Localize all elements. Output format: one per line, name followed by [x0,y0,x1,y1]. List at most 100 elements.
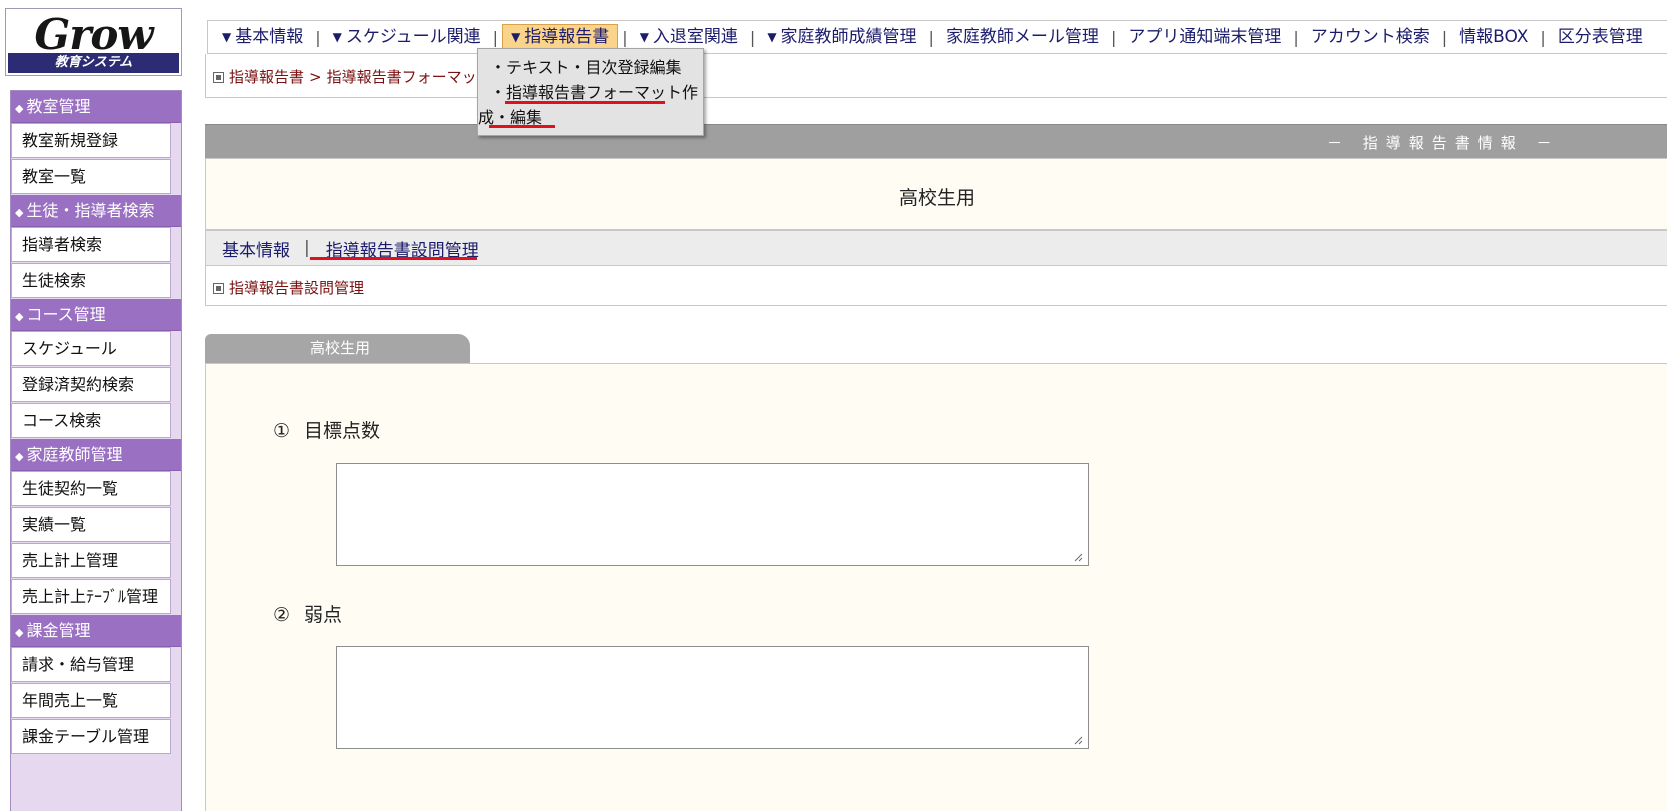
question-text-1: 目標点数 [304,420,381,442]
nav-item-label: 入退室関連 [652,27,738,47]
tab-basic-info[interactable]: 基本情報 [218,236,294,261]
resize-grip-icon[interactable] [1073,552,1083,562]
sidebar-item[interactable]: 実績一覧 [11,507,171,542]
logo-wordmark: Grow [34,10,153,59]
dropdown-item-text-toc-edit[interactable]: ・テキスト・目次登録編集 [490,55,703,80]
content-tab-high-school[interactable]: 高校生用 [205,334,470,363]
nav-separator: | [928,27,934,47]
double-chevron-down-icon: ▼ [511,30,521,44]
sidebar-item[interactable]: 請求・給与管理 [11,647,171,682]
question-form: ① 目標点数 ② 弱点 [205,363,1667,811]
sidebar-section-title: 生徒・指導者検索 [26,201,155,220]
highlight-underline-1 [505,101,665,104]
sidebar-section-header[interactable]: ◆ 教室管理 [11,91,181,123]
subtab-breadcrumb-current: 指導報告書設問管理 [229,279,365,297]
info-title-box: 高校生用 [205,158,1667,230]
nav-separator: | [1540,27,1546,47]
question-answer-field-2[interactable] [336,646,1089,749]
nav-separator: | [1293,27,1299,47]
breadcrumb-current: 指導報告書フォーマット [326,68,492,86]
sidebar-section-title: コース管理 [26,305,106,324]
sidebar-item[interactable]: 売上計上ﾃｰﾌﾞﾙ管理 [11,579,171,614]
page-title: 高校生用 [898,187,975,209]
breadcrumb-separator: > [309,68,322,86]
top-navigation: ▼ 基本情報 | ▼ スケジュール関連 | ▼ 指導報告書 | ▼ 入退室関連 | ▼ 家庭教師成績管理 |… [207,20,1667,54]
nav-item-label: 情報BOX [1459,27,1529,47]
diamond-bullet-icon: ◆ [15,206,24,219]
diamond-bullet-icon: ◆ [15,450,24,463]
sidebar-item[interactable]: 売上計上管理 [11,543,171,578]
breadcrumb: 指導報告書 > 指導報告書フォーマット [213,66,492,87]
nav-separator: | [1110,27,1117,47]
sidebar-section-header[interactable]: ◆ コース管理 [11,299,181,331]
sidebar-section-title: 課金管理 [26,621,91,640]
nav-item-label: アカウント検索 [1310,27,1430,47]
double-chevron-down-icon: ▼ [767,30,777,44]
highlight-underline-2 [489,125,555,128]
nav-item[interactable]: ▼ 入退室関連 [632,24,746,50]
nav-item[interactable]: 家庭教師メール管理 [938,24,1107,50]
sidebar-section-header[interactable]: ◆ 生徒・指導者検索 [11,195,181,227]
nav-item[interactable]: アカウント検索 [1303,24,1438,50]
tab-separator: | [304,238,310,258]
sidebar-item[interactable]: 課金テーブル管理 [11,719,171,754]
nav-item-label: 家庭教師成績管理 [780,27,917,47]
question-label-2: ② 弱点 [273,600,342,627]
nav-item[interactable]: 情報BOX [1451,24,1536,50]
sidebar-item[interactable]: 教室一覧 [11,159,171,194]
nav-separator: | [315,27,321,47]
nav-item[interactable]: ▼ 基本情報 [214,24,311,50]
sidebar-item[interactable]: 生徒検索 [11,263,171,298]
sidebar-item[interactable]: 生徒契約一覧 [11,471,171,506]
nav-item-label: 家庭教師メール管理 [945,27,1099,47]
question-text-2: 弱点 [304,604,343,626]
question-number-1: ① [273,420,291,442]
breadcrumb-bullet-icon [213,72,224,83]
sidebar-item[interactable]: 登録済契約検索 [11,367,171,402]
double-chevron-down-icon: ▼ [222,30,232,44]
app-root: Grow 教育システム ◆ 教室管理 教室新規登録 教室一覧 ◆ 生徒・指導者検索 指導者検… [0,0,1667,811]
nav-item-label: 指導報告書 [524,27,610,47]
breadcrumb-bullet-icon [213,283,224,294]
nav-separator: | [1441,27,1448,47]
nav-item-label: スケジュール関連 [345,27,481,47]
subtab-breadcrumb: 指導報告書設問管理 [213,277,364,298]
dropdown-item-format-create-edit[interactable]: ・指導報告書フォーマット作 成・編集 [478,80,703,130]
highlight-underline-3 [310,257,477,260]
sidebar-section-header[interactable]: ◆ 課金管理 [11,615,181,647]
diamond-bullet-icon: ◆ [15,310,24,323]
sidebar-item[interactable]: コース検索 [11,403,171,438]
report-dropdown-menu: ・テキスト・目次登録編集 ・指導報告書フォーマット作 成・編集 [477,48,704,136]
nav-item-label: 区分表管理 [1557,27,1643,47]
breadcrumb-area: 指導報告書 > 指導報告書フォーマット [205,54,1667,98]
nav-separator: | [749,27,756,47]
dropdown-item-format-line1: ・指導報告書フォーマット作 [490,83,699,102]
diamond-bullet-icon: ◆ [15,102,24,115]
double-chevron-down-icon: ▼ [332,30,342,44]
sidebar: Grow 教育システム ◆ 教室管理 教室新規登録 教室一覧 ◆ 生徒・指導者検索 指導者検… [0,0,183,811]
sidebar-item[interactable]: スケジュール [11,331,171,366]
logo[interactable]: Grow 教育システム [5,8,182,76]
diamond-bullet-icon: ◆ [15,626,24,639]
sidebar-section-header[interactable]: ◆ 家庭教師管理 [11,439,181,471]
sidebar-item[interactable]: 教室新規登録 [11,123,171,158]
question-label-1: ① 目標点数 [273,416,380,443]
nav-separator: | [492,27,499,47]
question-answer-field-1[interactable] [336,463,1089,566]
sidebar-item[interactable]: 年間売上一覧 [11,683,171,718]
sidebar-section-title: 家庭教師管理 [26,445,123,464]
nav-item[interactable]: アプリ通知端末管理 [1120,24,1289,50]
nav-item-label: 基本情報 [235,27,304,47]
sub-tabs: 基本情報 | 指導報告書設問管理 [205,230,1667,266]
sidebar-item[interactable]: 指導者検索 [11,227,171,262]
sidebar-menu: ◆ 教室管理 教室新規登録 教室一覧 ◆ 生徒・指導者検索 指導者検索 生徒検索 ◆ コース管理ス… [10,90,182,811]
nav-item[interactable]: ▼ 家庭教師成績管理 [759,24,924,50]
breadcrumb-link-report[interactable]: 指導報告書 [229,68,304,86]
double-chevron-down-icon: ▼ [639,30,649,44]
subtab-breadcrumb-area: 指導報告書設問管理 [205,266,1667,306]
resize-grip-icon[interactable] [1073,735,1083,745]
nav-item[interactable]: ▼ スケジュール関連 [325,24,489,50]
info-header-title: － 指導報告書情報 － [1327,134,1560,152]
nav-item[interactable]: ▼ 指導報告書 [502,24,619,50]
nav-item[interactable]: 区分表管理 [1550,24,1651,50]
